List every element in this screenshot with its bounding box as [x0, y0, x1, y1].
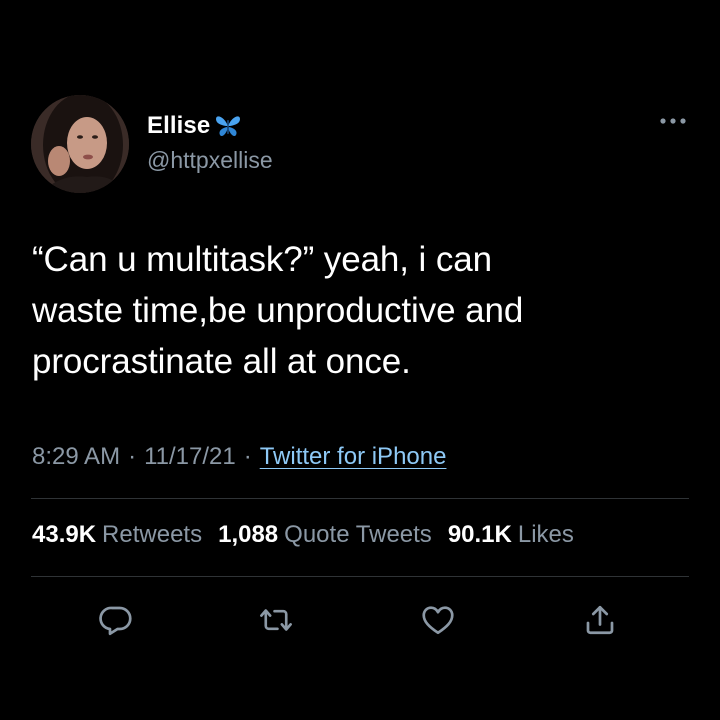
tweet-time: 8:29 AM [32, 443, 121, 470]
author-name-row[interactable]: Ellise [147, 111, 242, 141]
retweet-button[interactable] [256, 600, 296, 640]
quote-tweets-stat[interactable]: 1,088 Quote Tweets [218, 521, 432, 549]
retweet-icon [260, 609, 292, 631]
display-name[interactable]: Ellise [147, 112, 210, 140]
stat-label: Retweets [102, 521, 203, 548]
meta-separator: · [243, 443, 252, 470]
likes-stat[interactable]: 90.1K Likes [448, 521, 574, 549]
stat-label: Likes [517, 521, 574, 548]
stat-label: Quote Tweets [284, 521, 432, 548]
avatar[interactable] [31, 95, 129, 193]
meta-separator: · [128, 443, 137, 470]
tweet-meta: 8:29 AM · 11/17/21 · Twitter for iPhone [32, 443, 446, 471]
tweet-source-link[interactable]: Twitter for iPhone [260, 443, 447, 471]
retweets-stat[interactable]: 43.9K Retweets [32, 521, 202, 549]
divider [31, 576, 689, 577]
reply-button[interactable] [96, 600, 136, 640]
stat-value: 90.1K [447, 521, 512, 548]
reply-icon [99, 606, 132, 636]
share-button[interactable] [580, 600, 620, 640]
profile-photo [31, 95, 129, 193]
tweet-stats: 43.9K Retweets 1,088 Quote Tweets 90.1K Lik… [32, 521, 574, 549]
butterfly-emoji-icon [214, 114, 242, 138]
stat-value: 1,088 [218, 521, 279, 548]
divider [31, 498, 689, 499]
like-button[interactable] [418, 600, 458, 640]
share-icon [586, 605, 614, 635]
more-horizontal-icon[interactable] [658, 114, 688, 128]
tweet-text: “Can u multitask?” yeah, i can waste tim… [32, 240, 524, 381]
heart-icon [422, 606, 454, 635]
stat-value: 43.9K [32, 521, 97, 548]
action-bar [0, 600, 720, 640]
tweet-date: 11/17/21 [144, 443, 236, 470]
tweet-card: Ellise @httpxellise “Can u multitask?” y… [0, 0, 720, 720]
author-handle[interactable]: @httpxellise [147, 147, 273, 174]
